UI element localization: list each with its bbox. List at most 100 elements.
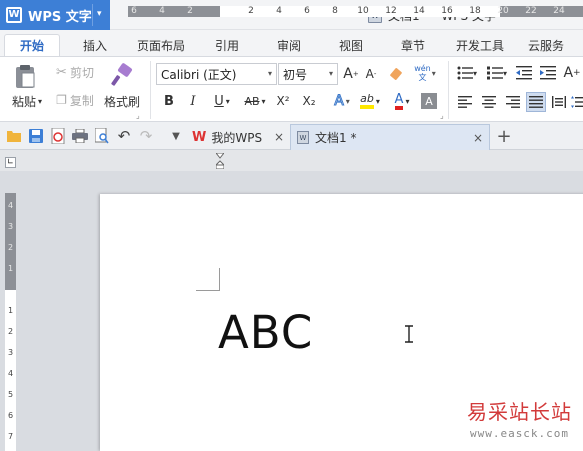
- ribbon-divider: [150, 61, 151, 119]
- tab-start[interactable]: 开始: [4, 34, 60, 56]
- tab-references[interactable]: 引用: [204, 34, 250, 56]
- close-icon[interactable]: ×: [274, 130, 284, 144]
- grow-font-icon: A: [343, 66, 353, 82]
- watermark: 易采站长站 www.easck.com: [467, 396, 572, 440]
- indent-marker-icon[interactable]: [216, 153, 224, 169]
- export-pdf-icon[interactable]: [50, 128, 66, 144]
- copy-button[interactable]: ❐ 复制: [52, 91, 98, 109]
- tab-view[interactable]: 视图: [328, 34, 374, 56]
- ruler-tick: 4: [276, 6, 282, 16]
- paste-button[interactable]: 粘贴 ▾: [8, 93, 46, 109]
- subscript-button[interactable]: X₂: [298, 91, 320, 111]
- italic-button[interactable]: I: [184, 91, 202, 111]
- tab-my-wps[interactable]: W 我的WPS ×: [186, 124, 290, 150]
- justify-button[interactable]: [526, 92, 546, 112]
- ruler-tick: 22: [525, 6, 537, 16]
- ruler-tick: 7: [7, 432, 14, 441]
- eraser-icon: [390, 68, 402, 80]
- tab-chapter[interactable]: 章节: [390, 34, 436, 56]
- wps-home-icon: W: [192, 129, 207, 145]
- align-right-icon: [506, 96, 520, 108]
- tab-insert[interactable]: 插入: [70, 34, 120, 56]
- ruler-tick: 5: [7, 390, 14, 399]
- ruler-tick: 10: [357, 6, 369, 16]
- change-case-button[interactable]: A +: [562, 63, 582, 83]
- ruler-tick: 4: [7, 369, 14, 378]
- strikethrough-button[interactable]: AB ▾: [240, 91, 270, 111]
- align-right-button[interactable]: [504, 93, 522, 111]
- print-preview-icon[interactable]: [94, 128, 110, 144]
- ruler-tick: 6: [7, 411, 14, 420]
- superscript-button[interactable]: X²: [272, 91, 294, 111]
- cut-label: 剪切: [69, 65, 94, 80]
- copy-icon: ❐: [56, 93, 67, 107]
- line-spacing-button[interactable]: [570, 93, 583, 111]
- increase-indent-button[interactable]: [538, 63, 558, 83]
- phonetic-guide-button[interactable]: wén 文 ▾: [410, 61, 440, 85]
- ruler-tick: 1: [7, 306, 14, 315]
- app-menu-button[interactable]: W WPS 文字 ▾: [0, 0, 110, 30]
- paste-icon[interactable]: [10, 63, 40, 91]
- ruler-tick: 14: [413, 6, 425, 16]
- cut-button[interactable]: ✂ 剪切: [52, 63, 98, 81]
- redo-icon[interactable]: ↷: [138, 127, 154, 145]
- ruler-tick: 3: [7, 348, 14, 357]
- chevron-down-icon: ▾: [405, 96, 410, 106]
- font-dialog-launcher[interactable]: ⌟: [440, 111, 444, 120]
- bold-button[interactable]: B: [160, 91, 178, 111]
- font-size-select[interactable]: 初号 ▾: [278, 63, 338, 85]
- chevron-down-icon: ▾: [375, 96, 380, 106]
- vertical-ruler[interactable]: 4 3 2 1 1 2 3 4 5 6 7: [5, 193, 16, 451]
- underline-button[interactable]: U ▾: [208, 91, 236, 111]
- clear-format-button[interactable]: [386, 63, 406, 85]
- tab-cloud[interactable]: 云服务: [522, 34, 570, 56]
- customize-toolbar-icon[interactable]: ▼: [168, 128, 184, 144]
- chevron-down-icon: ▾: [345, 96, 350, 106]
- align-center-icon: [482, 96, 496, 108]
- new-tab-icon[interactable]: +: [496, 126, 512, 147]
- shrink-font-button[interactable]: A-: [362, 63, 380, 85]
- chevron-down-icon: ▾: [38, 96, 43, 106]
- font-name-select[interactable]: Calibri (正文) ▾: [156, 63, 277, 85]
- tab-my-wps-label: 我的WPS: [211, 130, 263, 145]
- distributed-align-button[interactable]: [550, 93, 568, 111]
- document-text[interactable]: ABC: [218, 306, 313, 359]
- text-effect-button[interactable]: A ▾: [328, 91, 356, 111]
- character-shading-button[interactable]: A: [421, 93, 437, 109]
- tab-page-layout[interactable]: 页面布局: [130, 34, 192, 56]
- distribute-icon: [552, 96, 566, 108]
- paste-label: 粘贴: [11, 94, 36, 109]
- tab-developer[interactable]: 开发工具: [450, 34, 510, 56]
- align-left-button[interactable]: [456, 93, 474, 111]
- bullet-list-icon: [457, 66, 473, 80]
- scissors-icon: ✂: [56, 64, 67, 80]
- highlight-button[interactable]: ab ▾: [356, 91, 384, 111]
- format-painter-button[interactable]: 格式刷: [102, 93, 142, 109]
- chevron-down-icon[interactable]: ▾: [97, 9, 102, 19]
- bullet-list-button[interactable]: ▾: [454, 63, 480, 83]
- horizontal-ruler-bar: [0, 150, 583, 171]
- tab-document-1[interactable]: W 文档1 * ×: [290, 124, 490, 150]
- align-center-button[interactable]: [480, 93, 498, 111]
- font-name-value: Calibri (正文): [161, 67, 237, 82]
- grow-font-button[interactable]: A +: [342, 63, 360, 85]
- save-icon[interactable]: [28, 128, 44, 144]
- ruler-tick: 3: [7, 222, 14, 231]
- decrease-indent-button[interactable]: [514, 63, 534, 83]
- ruler-tick: 2: [7, 327, 14, 336]
- horizontal-ruler[interactable]: 6 4 2 2 4 6 8 10 12 14 16 18 20 22 24: [128, 6, 583, 17]
- format-painter-icon[interactable]: [108, 61, 136, 89]
- undo-icon[interactable]: ↶: [116, 127, 132, 145]
- clipboard-dialog-launcher[interactable]: ⌟: [136, 111, 140, 120]
- font-color-button[interactable]: A ▾: [388, 91, 416, 111]
- close-icon[interactable]: ×: [473, 131, 483, 145]
- ruler-tick: 2: [7, 243, 14, 252]
- numbered-list-button[interactable]: ▾: [484, 63, 510, 83]
- tab-stop-selector[interactable]: ∟: [5, 157, 16, 168]
- print-icon[interactable]: [72, 128, 88, 144]
- open-folder-icon[interactable]: [6, 128, 22, 144]
- app-name: WPS 文字: [28, 9, 92, 25]
- tab-review[interactable]: 审阅: [266, 34, 312, 56]
- strike-icon: AB: [244, 94, 260, 108]
- sort-icon: +: [573, 68, 581, 78]
